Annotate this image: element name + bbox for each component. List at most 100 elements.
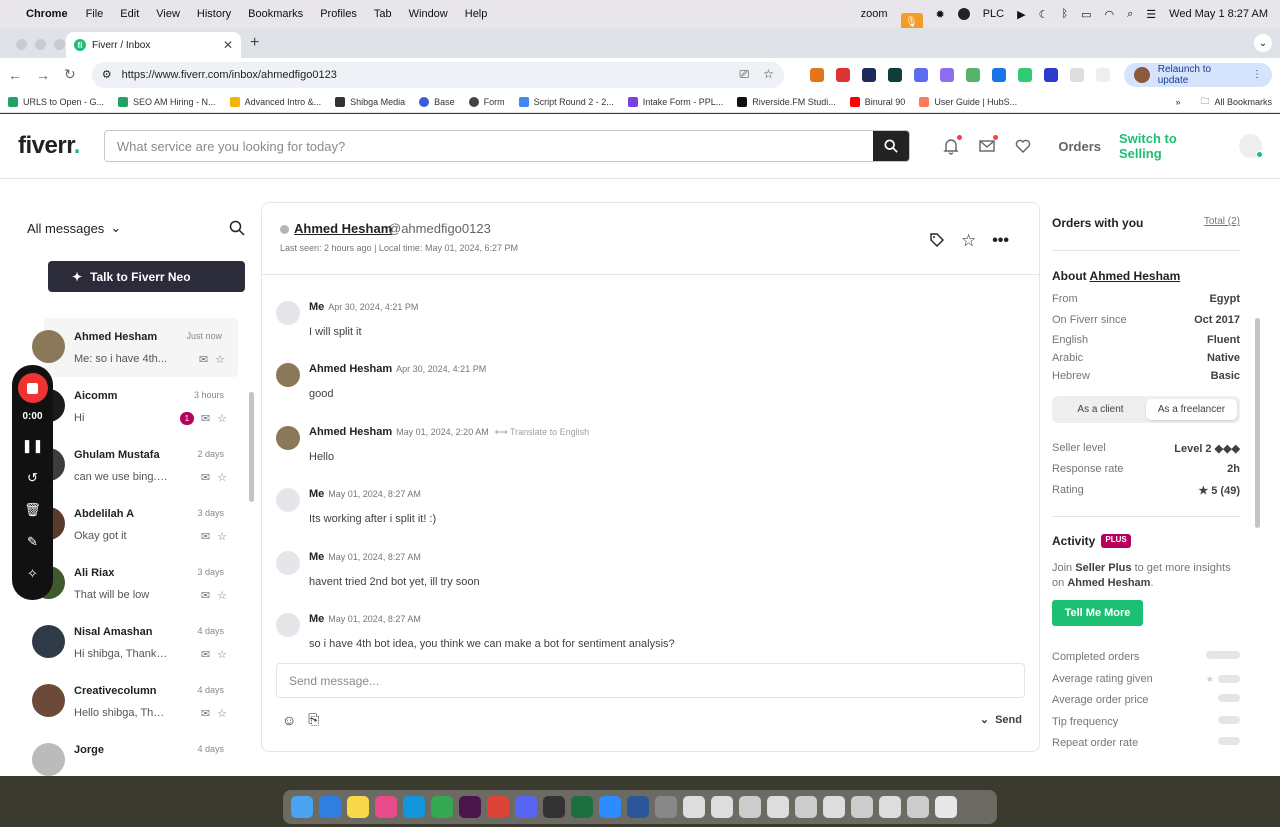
fiverr-logo[interactable]: fiverr. — [18, 132, 80, 160]
bookmark-item[interactable]: Form — [468, 96, 505, 107]
tab-fiverr-inbox[interactable]: fi Fiverr / Inbox ✕ — [66, 32, 241, 58]
menu-file[interactable]: File — [86, 8, 104, 20]
user-avatar[interactable] — [1238, 134, 1263, 158]
bookmark-item[interactable]: URLS to Open - G... — [8, 96, 104, 107]
more-bookmarks-icon[interactable]: » — [1175, 97, 1180, 107]
star-icon[interactable]: ☆ — [215, 353, 225, 366]
loom-extension-icon[interactable] — [861, 67, 876, 82]
pen-icon[interactable]: ✎ — [27, 534, 38, 550]
close-tab-icon[interactable]: ✕ — [223, 38, 233, 52]
messages-envelope-icon[interactable] — [978, 135, 999, 155]
spotlight-search-icon[interactable]: ⌕ — [1127, 8, 1133, 21]
send-button[interactable]: ⌄ Send — [980, 713, 1022, 727]
mark-unread-icon[interactable]: ✉ — [201, 648, 210, 661]
stack-extension-icon[interactable] — [1017, 67, 1032, 82]
conversation-item[interactable]: Jorge 4 days — [0, 731, 240, 776]
menu-window[interactable]: Window — [409, 8, 448, 20]
new-tab-button[interactable]: + — [250, 34, 259, 52]
orders-total-link[interactable]: Total (2) — [1204, 216, 1240, 230]
tag-icon[interactable] — [929, 232, 945, 251]
mark-unread-icon[interactable]: ✉ — [199, 353, 208, 366]
zoom-menu[interactable]: zoom — [861, 8, 888, 20]
recent-window-icon[interactable] — [879, 796, 901, 818]
freeform-icon[interactable] — [375, 796, 397, 818]
bookmark-item[interactable]: Advanced Intro &... — [229, 96, 321, 107]
star-icon[interactable]: ☆ — [961, 231, 976, 251]
google-drive-icon[interactable] — [431, 796, 453, 818]
menu-app-name[interactable]: Chrome — [26, 8, 68, 20]
screen-extension-icon[interactable] — [887, 67, 902, 82]
check-icon[interactable] — [957, 8, 970, 20]
menu-tab[interactable]: Tab — [374, 8, 392, 20]
star-icon[interactable]: ☆ — [217, 530, 227, 543]
safari-icon[interactable] — [319, 796, 341, 818]
bookmark-item[interactable]: Shibga Media — [335, 96, 405, 107]
bookmark-item[interactable]: Script Round 2 - 2... — [518, 96, 614, 107]
recent-window-icon[interactable] — [739, 796, 761, 818]
pause-icon[interactable]: ❚❚ — [22, 438, 44, 454]
stop-recording-button[interactable] — [17, 373, 48, 403]
metamask-extension-icon[interactable] — [809, 67, 824, 82]
close-window-button[interactable] — [16, 39, 27, 50]
emoji-icon[interactable]: ☺ — [282, 712, 296, 728]
recent-window-icon[interactable] — [683, 796, 705, 818]
menu-profiles[interactable]: Profiles — [320, 8, 357, 20]
leaf-extension-icon[interactable] — [965, 67, 980, 82]
profile-avatar[interactable] — [1133, 66, 1150, 83]
menu-bookmarks[interactable]: Bookmarks — [248, 8, 303, 20]
star-icon[interactable]: ☆ — [217, 648, 227, 661]
recent-window-icon[interactable] — [823, 796, 845, 818]
gear-extension-icon[interactable] — [913, 67, 928, 82]
bookmark-item[interactable]: Binural 90 — [849, 96, 905, 107]
trash-icon[interactable]: 🗑 — [24, 502, 41, 518]
all-bookmarks-button[interactable]: 🗀 All Bookmarks — [1200, 94, 1272, 110]
as-freelancer-option[interactable]: As a freelancer — [1146, 399, 1237, 420]
star-icon[interactable]: ☆ — [217, 471, 227, 484]
recent-window-icon[interactable] — [711, 796, 733, 818]
zoom-window-button[interactable] — [54, 39, 65, 50]
mark-unread-icon[interactable]: ✉ — [201, 471, 210, 484]
conversation-item[interactable]: Creativecolumn 4 days Hello shibga, Than… — [0, 672, 240, 731]
star-icon[interactable]: ☆ — [217, 707, 227, 720]
wifi-icon[interactable]: ◠ — [1104, 8, 1114, 21]
excel-icon[interactable] — [571, 796, 593, 818]
tab-search-button[interactable]: ⌄ — [1254, 34, 1272, 52]
circle-extension-icon[interactable] — [1043, 67, 1058, 82]
star-icon[interactable]: ☆ — [217, 412, 227, 425]
tell-me-more-button[interactable]: Tell Me More — [1052, 600, 1143, 626]
system-settings-icon[interactable] — [655, 796, 677, 818]
details-scrollbar[interactable] — [1255, 318, 1260, 528]
clock[interactable]: Wed May 1 8:27 AM — [1169, 8, 1268, 20]
zoom-app-icon[interactable] — [599, 796, 621, 818]
rating-value[interactable]: ★ 5 (49) — [1198, 484, 1240, 497]
gear-icon[interactable]: ✹ — [936, 8, 945, 21]
install-app-icon[interactable]: ⎚ — [739, 67, 749, 82]
conversation-item[interactable]: Nisal Amashan 4 days Hi shibga, Thanks f… — [0, 613, 240, 672]
trash-icon[interactable] — [935, 796, 957, 818]
mark-unread-icon[interactable]: ✉ — [201, 707, 210, 720]
notifications-bell-icon[interactable] — [942, 135, 963, 155]
kebab-menu-icon[interactable]: ⋮ — [1252, 69, 1262, 80]
minimize-window-button[interactable] — [35, 39, 46, 50]
about-name-link[interactable]: Ahmed Hesham — [1090, 269, 1181, 283]
s-extension-icon[interactable] — [835, 67, 850, 82]
message-input[interactable] — [289, 673, 1012, 688]
control-center-icon[interactable]: ☰ — [1146, 8, 1156, 21]
orders-link[interactable]: Orders — [1058, 139, 1101, 154]
conversation-search-icon[interactable] — [229, 220, 245, 239]
chrome-icon[interactable] — [487, 796, 509, 818]
bookmark-item[interactable]: User Guide | HubS... — [919, 96, 1017, 107]
effects-icon[interactable]: ✧ — [27, 566, 38, 582]
message-filter-dropdown[interactable]: All messages ⌄ — [27, 220, 121, 236]
discord-icon[interactable] — [515, 796, 537, 818]
restart-icon[interactable]: ↺ — [27, 470, 38, 486]
reading-list-icon[interactable] — [1095, 67, 1110, 82]
slack-icon[interactable] — [459, 796, 481, 818]
notes-icon[interactable] — [347, 796, 369, 818]
address-bar[interactable]: ⚙ https://www.fiverr.com/inbox/ahmedfigo… — [91, 61, 784, 88]
forward-icon[interactable]: → — [36, 67, 50, 83]
mark-unread-icon[interactable]: ✉ — [201, 530, 210, 543]
favorites-heart-icon[interactable] — [1014, 137, 1032, 155]
search-input[interactable] — [104, 131, 874, 161]
plc-menu[interactable]: PLC — [983, 8, 1004, 20]
